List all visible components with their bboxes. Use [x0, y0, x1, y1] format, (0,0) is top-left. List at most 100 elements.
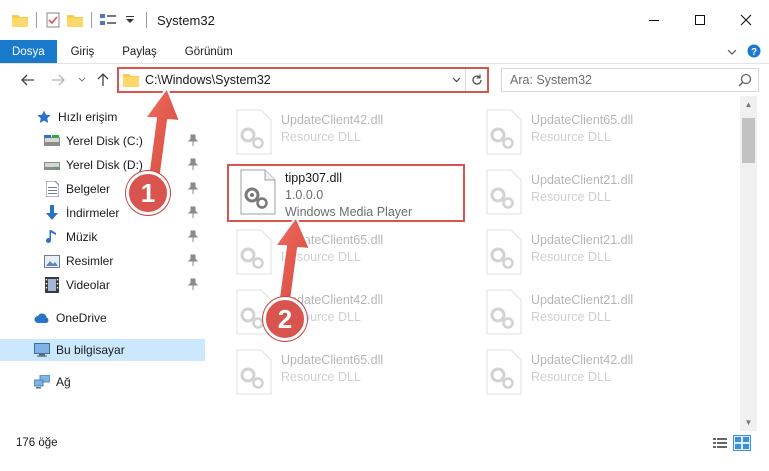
up-arrow-icon[interactable] [93, 70, 113, 90]
videos-icon [44, 277, 60, 293]
pin-icon[interactable] [187, 158, 199, 172]
dll-file-icon [233, 349, 273, 395]
file-version: 1.0.0.0 [285, 188, 324, 202]
dll-file-icon [483, 169, 523, 215]
drive-icon [44, 133, 60, 149]
annotation-badge-2: 2 [263, 297, 307, 341]
dll-file-icon [237, 169, 277, 215]
file-tile[interactable]: UpdateClient65.dll Resource DLL [225, 344, 465, 400]
file-tile[interactable]: UpdateClient65.dll Resource DLL [475, 104, 715, 160]
file-tile-tipp307[interactable]: tipp307.dll 1.0.0.0 Windows Media Player [227, 164, 465, 222]
file-name: UpdateClient42.dll [281, 113, 384, 127]
file-name: UpdateClient21.dll [531, 233, 634, 247]
scroll-thumb[interactable] [742, 118, 755, 163]
nav-item-label: Belgeler [66, 182, 111, 196]
close-button[interactable] [723, 0, 769, 40]
search-input[interactable]: Ara: System32 [501, 68, 759, 92]
svg-text:?: ? [751, 47, 757, 58]
file-type: Resource DLL [531, 190, 611, 204]
tab-home[interactable]: Giriş [57, 40, 109, 63]
file-type: Windows Media Player [285, 205, 413, 219]
nav-item-network[interactable]: Ağ [0, 371, 205, 393]
help-icon[interactable]: ? [747, 44, 761, 61]
documents-icon [44, 181, 60, 197]
ribbon-right-controls: ? [727, 40, 761, 64]
title-bar: System32 [0, 0, 769, 40]
item-count: 176 öğe [16, 437, 58, 449]
tab-file[interactable]: Dosya [0, 40, 57, 63]
folder-icon [12, 12, 28, 28]
file-type: Resource DLL [281, 130, 361, 144]
dll-file-icon [483, 229, 523, 275]
navigation-pane: Hızlı erişim Yerel Disk (C:) Yerel Disk … [0, 96, 205, 431]
address-bar[interactable]: C:\Windows\System32 [117, 67, 489, 93]
refresh-button[interactable] [465, 69, 487, 91]
quick-access-toolbar [0, 0, 149, 40]
address-dropdown-icon[interactable] [447, 75, 465, 86]
scroll-up-icon[interactable]: ▲ [740, 96, 757, 113]
nav-item-local-disk-d[interactable]: Yerel Disk (D:) [0, 154, 205, 176]
network-icon [34, 374, 50, 390]
view-menu-icon[interactable] [100, 12, 116, 28]
file-tile[interactable]: UpdateClient42.dll Resource DLL [225, 104, 465, 160]
file-name: UpdateClient21.dll [531, 173, 634, 187]
address-path[interactable]: C:\Windows\System32 [145, 73, 447, 87]
pin-icon[interactable] [187, 134, 199, 148]
back-arrow-icon[interactable] [18, 70, 38, 90]
dll-file-icon [483, 349, 523, 395]
file-tile[interactable]: UpdateClient65.dll Resource DLL [225, 224, 465, 280]
file-tile[interactable]: UpdateClient21.dll Resource DLL [475, 284, 715, 340]
recent-dropdown-icon[interactable] [72, 70, 92, 90]
minimize-button[interactable] [631, 0, 677, 40]
forward-arrow-icon[interactable] [48, 70, 68, 90]
nav-item-videos[interactable]: Videolar [0, 274, 205, 296]
nav-item-label: Hızlı erişim [58, 110, 118, 124]
pin-icon[interactable] [187, 278, 199, 292]
pin-icon[interactable] [187, 254, 199, 268]
file-type: Resource DLL [531, 370, 611, 384]
details-view-icon[interactable] [711, 435, 729, 451]
file-type: Resource DLL [531, 250, 611, 264]
nav-item-label: Yerel Disk (C:) [66, 134, 143, 148]
file-tile[interactable]: UpdateClient42.dll Resource DLL [225, 284, 465, 340]
folder-icon [123, 73, 139, 87]
nav-item-quick-access[interactable]: Hızlı erişim [0, 106, 205, 128]
nav-item-pictures[interactable]: Resimler [0, 250, 205, 272]
file-name: UpdateClient65.dll [531, 113, 634, 127]
nav-item-documents[interactable]: Belgeler [0, 178, 205, 200]
file-tile[interactable]: UpdateClient21.dll Resource DLL [475, 164, 715, 220]
download-icon [44, 205, 60, 221]
file-type: Resource DLL [531, 310, 611, 324]
nav-item-local-disk-c[interactable]: Yerel Disk (C:) [0, 130, 205, 152]
nav-item-label: Bu bilgisayar [56, 343, 125, 357]
tab-share[interactable]: Paylaş [108, 40, 171, 63]
file-type: Resource DLL [281, 370, 361, 384]
dll-file-icon [483, 109, 523, 155]
nav-item-downloads[interactable]: İndirmeler [0, 202, 205, 224]
scroll-down-icon[interactable]: ▼ [740, 414, 757, 431]
customize-toolbar-icon[interactable] [122, 12, 138, 28]
pin-icon[interactable] [187, 182, 199, 196]
file-tile[interactable]: UpdateClient21.dll Resource DLL [475, 224, 715, 280]
nav-item-label: Müzik [66, 230, 98, 244]
window-controls [631, 0, 769, 40]
nav-item-label: İndirmeler [66, 206, 120, 220]
tab-view[interactable]: Görünüm [171, 40, 247, 63]
pin-icon[interactable] [187, 230, 199, 244]
pin-icon[interactable] [187, 206, 199, 220]
nav-item-onedrive[interactable]: OneDrive [0, 307, 205, 329]
nav-item-music[interactable]: Müzik [0, 226, 205, 248]
star-icon [36, 109, 52, 125]
dll-file-icon [483, 289, 523, 335]
nav-item-this-pc[interactable]: Bu bilgisayar [0, 339, 205, 361]
expand-ribbon-icon[interactable] [727, 45, 737, 59]
nav-item-label: Yerel Disk (D:) [66, 158, 143, 172]
nav-item-label: Ağ [56, 375, 71, 389]
tiles-view-icon[interactable] [733, 435, 751, 451]
new-folder-icon[interactable] [67, 12, 83, 28]
vertical-scrollbar[interactable]: ▲ ▼ [740, 96, 757, 431]
file-tile[interactable]: UpdateClient42.dll Resource DLL [475, 344, 715, 400]
properties-icon[interactable] [45, 12, 61, 28]
nav-item-label: Resimler [66, 254, 114, 268]
maximize-button[interactable] [677, 0, 723, 40]
